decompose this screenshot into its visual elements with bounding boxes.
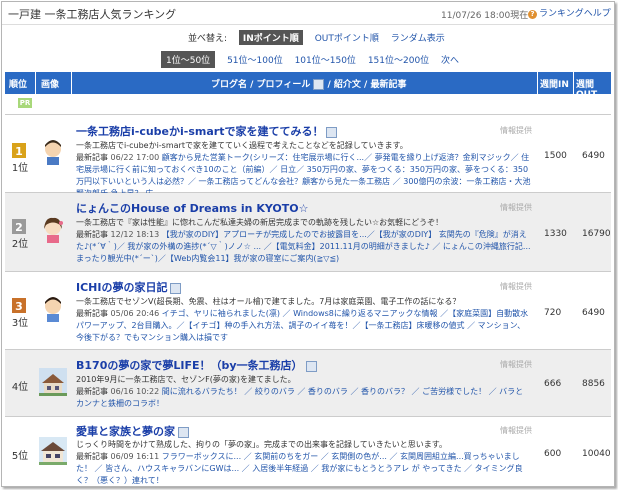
recent-date: 12/12 18:13: [110, 230, 160, 239]
house-thumbnail[interactable]: [39, 368, 67, 396]
info-label[interactable]: 情報提供: [500, 281, 532, 292]
ranking-panel: 一戸建 一条工務店人気ランキング 11/07/26 18:00現在 ? ランキング…: [1, 1, 615, 487]
blog-description: 一条工務店でi-cubeかi-smartで家を建てていく過程で考えたことなどを記…: [76, 141, 408, 150]
table-row: 1 1位 一条工務店i-cubeかi-smartで家を建ててみる！ 情報提供 一…: [5, 115, 611, 198]
weekly-in-value: 1330: [544, 229, 567, 239]
rank-label: 2位: [11, 239, 29, 250]
table-header: 順位 画像 ブログ名 / プロフィール / 紹介文 / 最新記事 週間IN 週間…: [5, 72, 611, 100]
blog-title-link[interactable]: ICHIの夢の家日記: [76, 279, 182, 295]
help-icon: ?: [528, 10, 537, 19]
recent-label: 最新記事: [76, 452, 108, 461]
info-label[interactable]: 情報提供: [500, 125, 532, 136]
info-label[interactable]: 情報提供: [500, 359, 532, 370]
rank-label: 1位: [11, 163, 29, 174]
col-blog-suffix: / 紹介文 / 最新記事: [324, 80, 407, 90]
rank-label: 5位: [11, 451, 29, 462]
pr-row: PR: [5, 94, 611, 115]
avatar[interactable]: [39, 215, 67, 243]
blog-title: 愛車と家族と夢の家: [76, 425, 175, 438]
recent-date: 06/09 16:11: [110, 452, 160, 461]
help-label: ランキングヘルプ: [539, 9, 611, 19]
recent-articles: 最新記事 06/16 10:22 間に流れるバラたち！ ／ 絞りのバラ ／ 香り…: [76, 386, 531, 410]
gold-crown-rank-icon: 1: [12, 143, 26, 158]
profile-icon: [313, 79, 325, 90]
recent-date: 05/06 20:46: [110, 309, 160, 318]
silver-crown-rank-icon: 2: [12, 219, 26, 234]
recent-date: 06/16 10:22: [110, 387, 160, 396]
blog-title-link[interactable]: 一条工務店i-cubeかi-smartで家を建ててみる！: [76, 123, 338, 139]
recent-articles: 最新記事 12/12 18:13 【我が家のDIY】アプローチが完成したのでお披…: [76, 229, 531, 265]
weekly-in-value: 600: [544, 449, 562, 459]
page-link[interactable]: 151位〜200位: [368, 53, 429, 66]
profile-icon[interactable]: [170, 282, 182, 294]
recent-label: 最新記事: [76, 153, 108, 162]
blog-title-link[interactable]: 愛車と家族と夢の家: [76, 423, 189, 439]
recent-label: 最新記事: [76, 387, 108, 396]
sort-out-points[interactable]: OUTポイント順: [315, 31, 379, 44]
recent-date: 06/22 17:00: [110, 153, 160, 162]
sort-bar: 並べ替え: INポイント順 OUTポイント順 ランダム表示: [188, 30, 454, 45]
profile-icon[interactable]: [178, 426, 189, 438]
col-image: 画像: [41, 80, 60, 90]
weekly-in-value: 666: [544, 379, 562, 389]
col-blog-label: ブログ名 / プロフィール: [211, 80, 311, 90]
info-label[interactable]: 情報提供: [500, 425, 532, 436]
table-row: 3 3位 ICHIの夢の家日記 情報提供 一条工務店でセゾンV(超長期、免震、柱…: [5, 272, 611, 350]
info-label[interactable]: 情報提供: [500, 202, 532, 213]
rank-label: 4位: [11, 382, 29, 393]
table-row: 2 2位 にょんこのHouse of Dreams in KYOTO☆ 情報提供…: [5, 193, 611, 272]
blog-title-link[interactable]: にょんこのHouse of Dreams in KYOTO☆: [76, 200, 308, 216]
weekly-out-value: 8856: [582, 379, 605, 389]
page-link[interactable]: 51位〜100位: [227, 53, 283, 66]
update-timestamp: 11/07/26 18:00現在: [441, 11, 529, 21]
rank-label: 3位: [11, 318, 29, 329]
page-current[interactable]: 1位〜50位: [161, 51, 216, 68]
svg-text:3: 3: [15, 300, 23, 313]
table-row: 4位 B170の夢の家で夢LIFE！（by一条工務店） 情報提供 2010年9月…: [5, 350, 611, 417]
sort-in-points[interactable]: INポイント順: [238, 30, 303, 45]
weekly-out-value: 6490: [582, 151, 605, 161]
pr-badge: PR: [18, 98, 32, 108]
blog-description: 2010年9月に一条工務店で、セゾンF(夢の家)を建てました。: [76, 375, 296, 384]
page-title: 一戸建 一条工務店人気ランキング: [8, 8, 177, 21]
bronze-crown-rank-icon: 3: [12, 298, 26, 313]
weekly-in-value: 1500: [544, 151, 567, 161]
avatar[interactable]: [39, 294, 67, 322]
svg-text:1: 1: [15, 145, 23, 158]
recent-articles: 最新記事 06/09 16:11 フラワーボックスに... ／ 玄関前のちをガー…: [76, 451, 531, 486]
next-page-link[interactable]: 次へ: [441, 53, 459, 66]
sort-random[interactable]: ランダム表示: [391, 31, 445, 44]
blog-title-link[interactable]: B170の夢の家で夢LIFE！（by一条工務店）: [76, 357, 317, 373]
weekly-out-value: 16790: [582, 229, 611, 239]
weekly-out-value: 6490: [582, 308, 605, 318]
weekly-out-value: 10040: [582, 449, 611, 459]
recent-label: 最新記事: [76, 309, 108, 318]
house-thumbnail[interactable]: [39, 437, 67, 465]
col-rank: 順位: [9, 80, 28, 90]
blog-title: 一条工務店i-cubeかi-smartで家を建ててみる！: [76, 125, 324, 138]
recent-label: 最新記事: [76, 230, 108, 239]
profile-icon[interactable]: [305, 360, 317, 372]
sort-label: 並べ替え:: [188, 34, 228, 44]
recent-articles: 最新記事 05/06 20:46 イチゴ、ヤリに袖られました(凛) ／ Wind…: [76, 308, 531, 344]
page-header: 一戸建 一条工務店人気ランキング 11/07/26 18:00現在 ? ランキング…: [2, 2, 614, 25]
blog-description: 一条工務店で『家は性能』に惚れこんだ私達夫婦の新居完成までの軌跡を残したい☆お気…: [76, 218, 444, 227]
col-weekly-in: 週間IN: [540, 80, 569, 90]
pagination: 1位〜50位 51位〜100位 101位〜150位 151位〜200位 次へ: [161, 51, 468, 68]
avatar[interactable]: [39, 137, 67, 165]
col-blog: ブログ名 / プロフィール / 紹介文 / 最新記事: [211, 77, 406, 90]
profile-icon[interactable]: [326, 126, 338, 138]
blog-title: ICHIの夢の家日記: [76, 281, 168, 294]
blog-description: じっくり時間をかけて熟成した、拘りの「夢の家」。完成までの出来事を記録していきた…: [76, 440, 447, 449]
table-row: 5位 愛車と家族と夢の家 情報提供 じっくり時間をかけて熟成した、拘りの「夢の家…: [5, 417, 611, 486]
weekly-in-value: 720: [544, 308, 562, 318]
blog-title: にょんこのHouse of Dreams in KYOTO☆: [76, 202, 309, 215]
svg-text:2: 2: [15, 221, 23, 234]
blog-title: B170の夢の家で夢LIFE！（by一条工務店）: [76, 359, 303, 372]
page-link[interactable]: 101位〜150位: [295, 53, 356, 66]
ranking-help-link[interactable]: ? ランキングヘルプ: [528, 6, 611, 19]
blog-description: 一条工務店でセゾンV(超長期、免震、柱はオール檜)で建てました。7月は家庭菜園、…: [76, 297, 461, 306]
